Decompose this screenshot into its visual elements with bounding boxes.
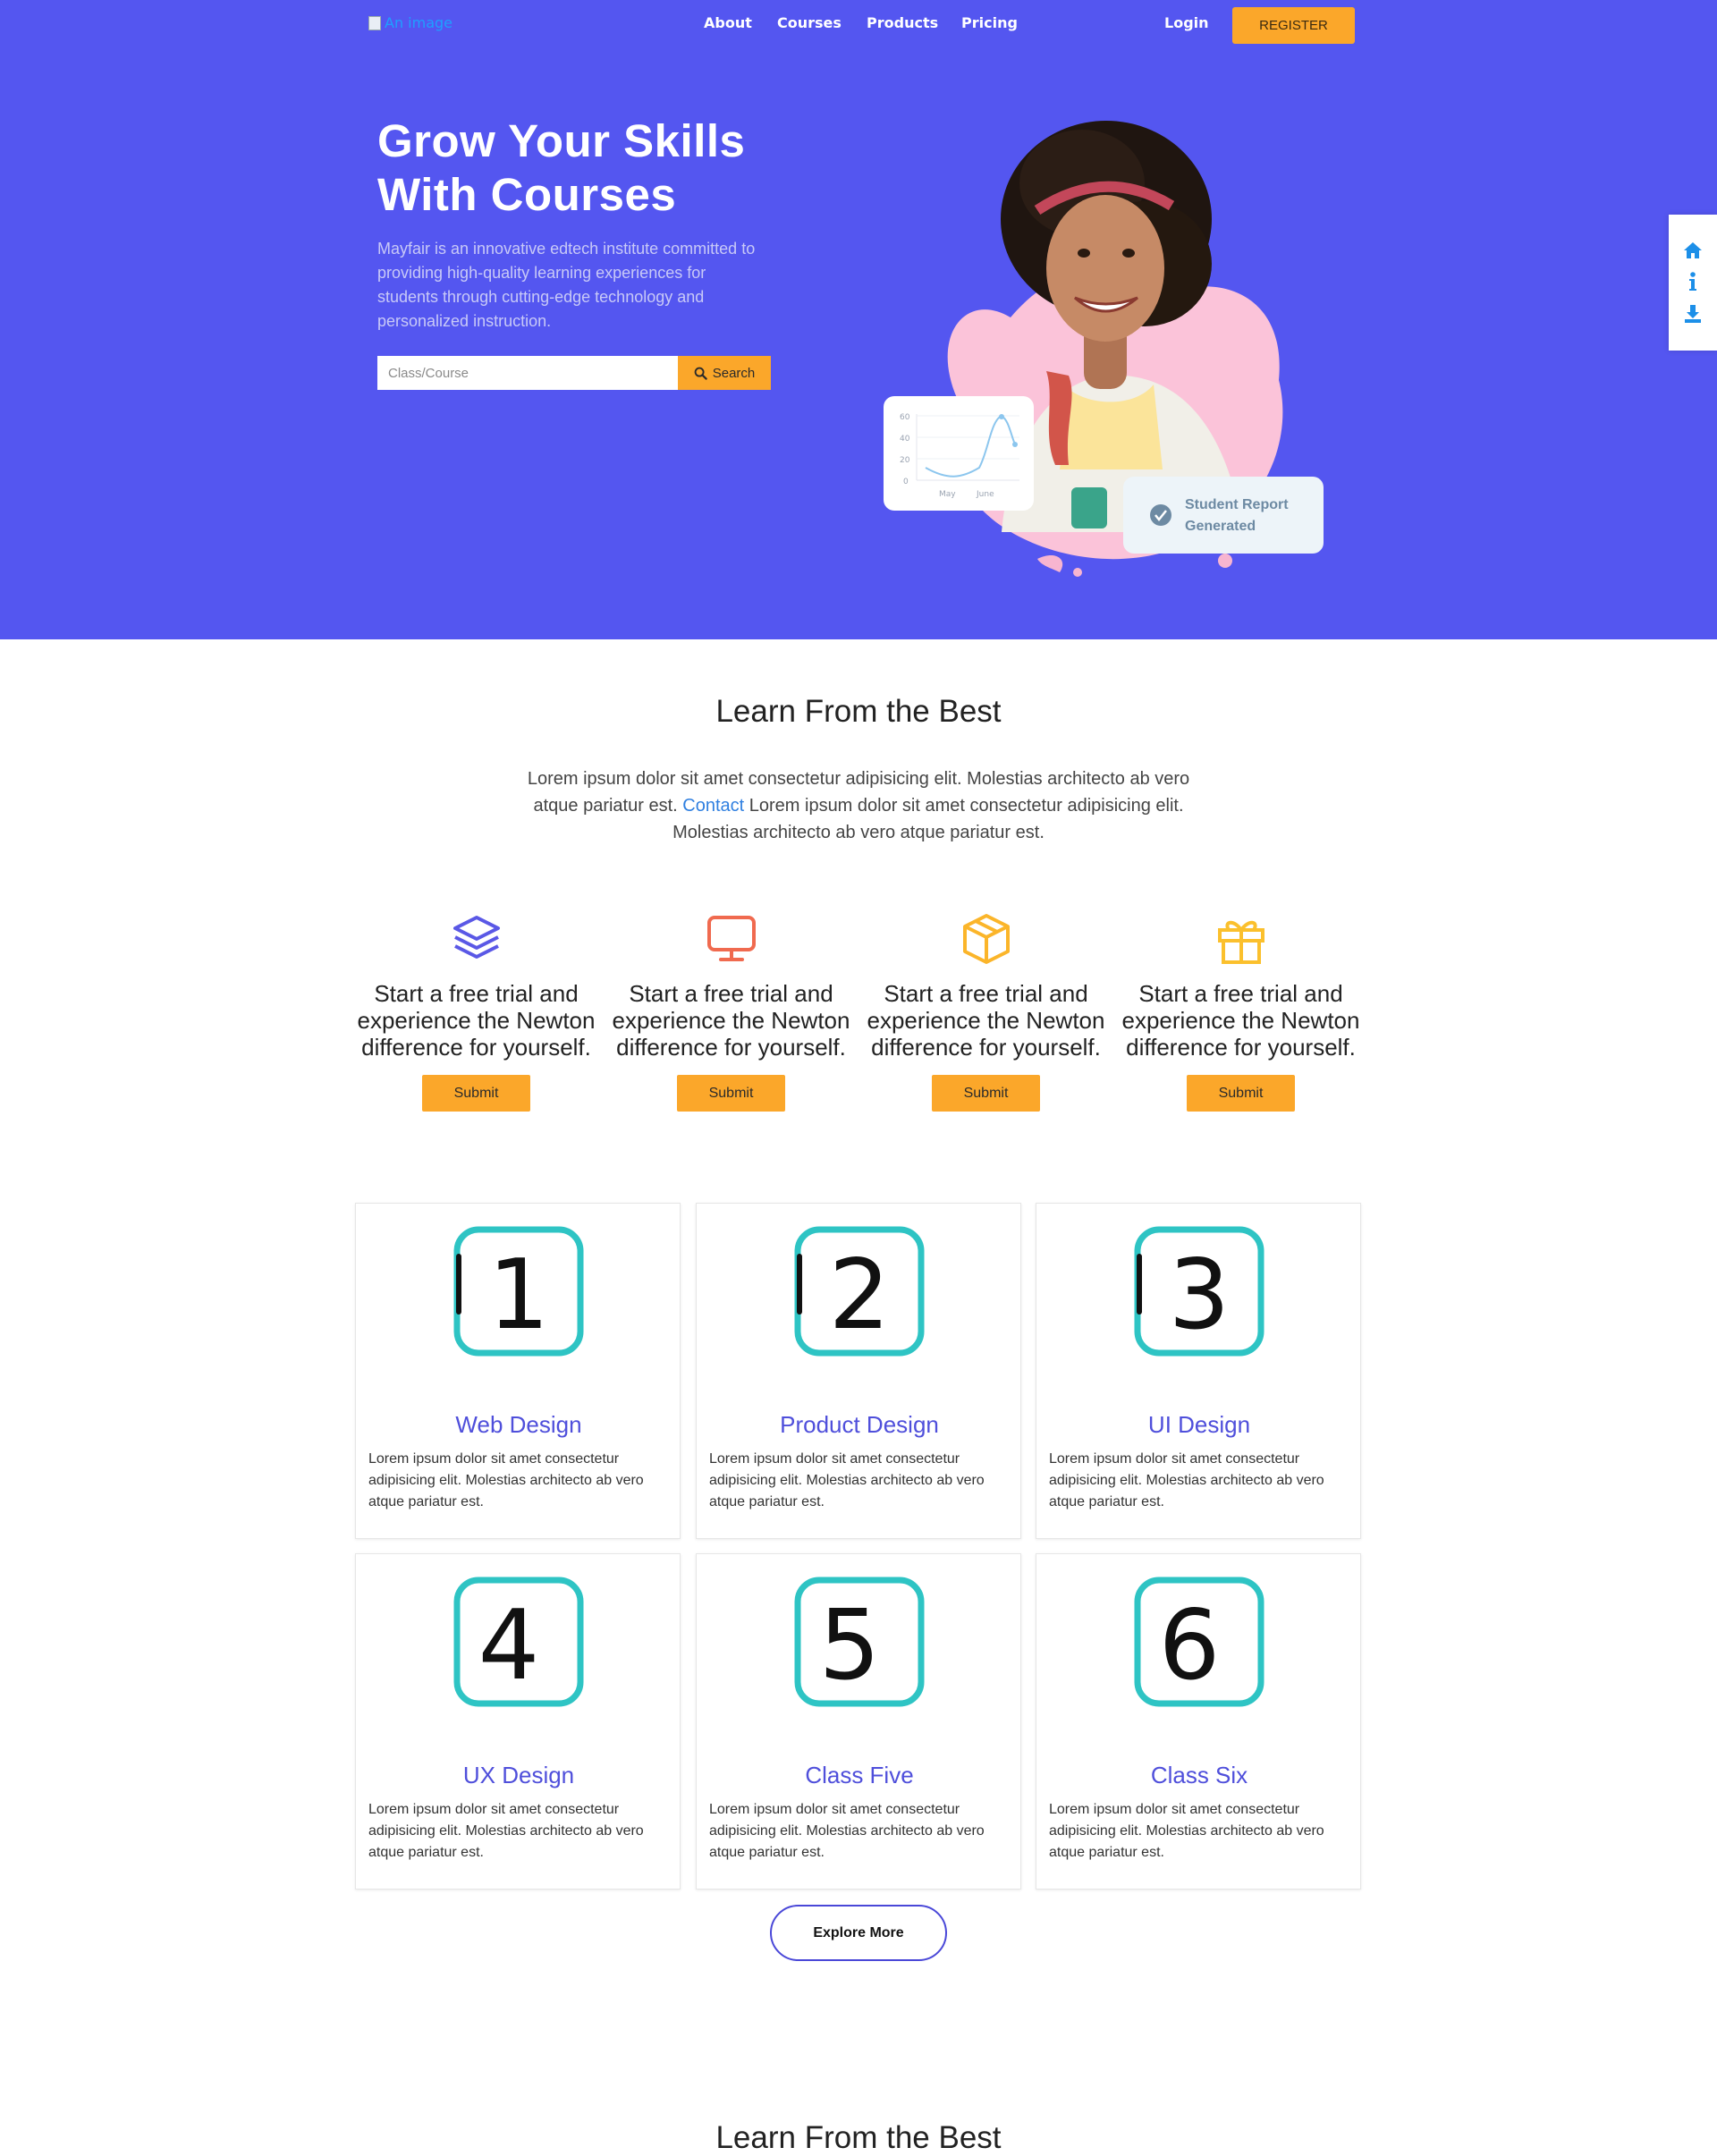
submit-button[interactable]: Submit [932,1075,1040,1112]
report-line-1: Student Report [1185,497,1289,512]
explore-more-button[interactable]: Explore More [770,1905,947,1961]
course-title[interactable]: Web Design [356,1411,681,1439]
number-4-icon: 4 [453,1577,584,1707]
course-number: 4 [478,1590,540,1702]
register-button[interactable]: REGISTER [1232,7,1355,44]
nav-link-pricing[interactable]: Pricing [961,14,1018,31]
learn-intro-text: Lorem ipsum dolor sit amet consectetur a… [519,765,1198,846]
number-2-icon: 2 [794,1226,925,1357]
chart-month-may: May [939,490,956,499]
submit-button[interactable]: Submit [1187,1075,1295,1112]
number-5-icon: 5 [794,1577,925,1707]
face-shape [1046,195,1164,342]
search-button-label: Search [712,365,756,381]
course-number: 2 [829,1239,891,1351]
nav-link-about[interactable]: About [704,14,752,31]
nav-link-products[interactable]: Products [867,14,938,31]
course-title[interactable]: UI Design [1036,1411,1362,1439]
chart-month-june: June [976,490,994,499]
course-description: Lorem ipsum dolor sit amet consectetur a… [368,1802,644,1860]
chart-tick-20: 20 [900,456,910,465]
info-icon[interactable] [1687,272,1698,292]
course-card-3[interactable]: 3 UI Design Lorem ipsum dolor sit amet c… [1036,1203,1361,1539]
course-number: 5 [819,1590,881,1702]
course-description: Lorem ipsum dolor sit amet consectetur a… [368,1451,644,1509]
contact-link[interactable]: Contact [682,796,744,816]
course-search: Search [377,356,771,390]
chart-tick-0: 0 [903,478,909,486]
feature-card-3: Start a free trial and experience the Ne… [858,912,1113,1112]
feature-card-2: Start a free trial and experience the Ne… [604,912,858,1112]
course-card-6[interactable]: 6 Class Six Lorem ipsum dolor sit amet c… [1036,1553,1361,1890]
hero-description: Mayfair is an innovative edtech institut… [377,240,756,330]
hero-section: An image About Courses Products Pricing … [0,0,1717,639]
search-button[interactable]: Search [678,356,771,390]
chart-tick-60: 60 [900,413,910,422]
feature-text: Start a free trial and experience the Ne… [357,980,596,1061]
nav-link-courses[interactable]: Courses [777,14,842,31]
hero-title-line-2: With Courses [377,169,677,220]
course-number: 1 [488,1239,550,1351]
submit-button[interactable]: Submit [677,1075,785,1112]
chart-card: 60 40 20 0 May June [884,396,1034,511]
feature-card-1: Start a free trial and experience the Ne… [349,912,604,1112]
login-link[interactable]: Login [1164,14,1209,31]
floating-sidebar [1669,215,1717,351]
number-6-icon: 6 [1134,1577,1264,1707]
search-input[interactable] [377,356,678,390]
number-1-icon: 1 [453,1226,584,1357]
course-title[interactable]: Class Six [1036,1762,1362,1789]
feature-text: Start a free trial and experience the Ne… [867,980,1105,1061]
feature-card-4: Start a free trial and experience the Ne… [1113,912,1368,1112]
gift-icon [1217,920,1264,964]
report-line-2: Generated [1185,519,1256,534]
course-card-4[interactable]: 4 UX Design Lorem ipsum dolor sit amet c… [355,1553,681,1890]
layers-icon [453,916,500,959]
course-card-5[interactable]: 5 Class Five Lorem ipsum dolor sit amet … [696,1553,1021,1890]
course-title[interactable]: Product Design [697,1411,1022,1439]
course-number: 3 [1169,1239,1231,1351]
course-title[interactable]: Class Five [697,1762,1022,1789]
monitor-icon [706,916,756,961]
intro-text-part-2: Lorem ipsum dolor sit amet consectetur a… [672,796,1184,842]
report-badge: Student Report Generated [1123,477,1324,554]
check-icon [1150,504,1171,526]
course-number: 6 [1159,1590,1221,1702]
course-description: Lorem ipsum dolor sit amet consectetur a… [709,1451,985,1509]
home-icon[interactable] [1683,241,1703,259]
course-description: Lorem ipsum dolor sit amet consectetur a… [709,1802,985,1860]
course-card-2[interactable]: 2 Product Design Lorem ipsum dolor sit a… [696,1203,1021,1539]
search-icon [694,367,707,380]
feature-text: Start a free trial and experience the Ne… [612,980,850,1061]
main-nav: About Courses Products Pricing [0,14,1717,36]
course-description: Lorem ipsum dolor sit amet consectetur a… [1049,1451,1324,1509]
feature-text: Start a free trial and experience the Ne… [1121,980,1360,1061]
course-card-1[interactable]: 1 Web Design Lorem ipsum dolor sit amet … [355,1203,681,1539]
course-description: Lorem ipsum dolor sit amet consectetur a… [1049,1802,1324,1860]
download-icon[interactable] [1684,304,1702,324]
number-3-icon: 3 [1134,1226,1264,1357]
chart-tick-40: 40 [900,435,910,444]
submit-button[interactable]: Submit [422,1075,530,1112]
learn-section-title: Learn From the Best [715,694,1002,729]
second-section-title: Learn From the Best [715,2120,1002,2155]
hero-illustration: 60 40 20 0 May June Student Report Gener… [884,121,1324,577]
course-title[interactable]: UX Design [356,1762,681,1789]
hero-title: Grow Your Skills With Courses [377,114,878,222]
box-icon [962,914,1010,964]
hero-title-line-1: Grow Your Skills [377,115,746,166]
